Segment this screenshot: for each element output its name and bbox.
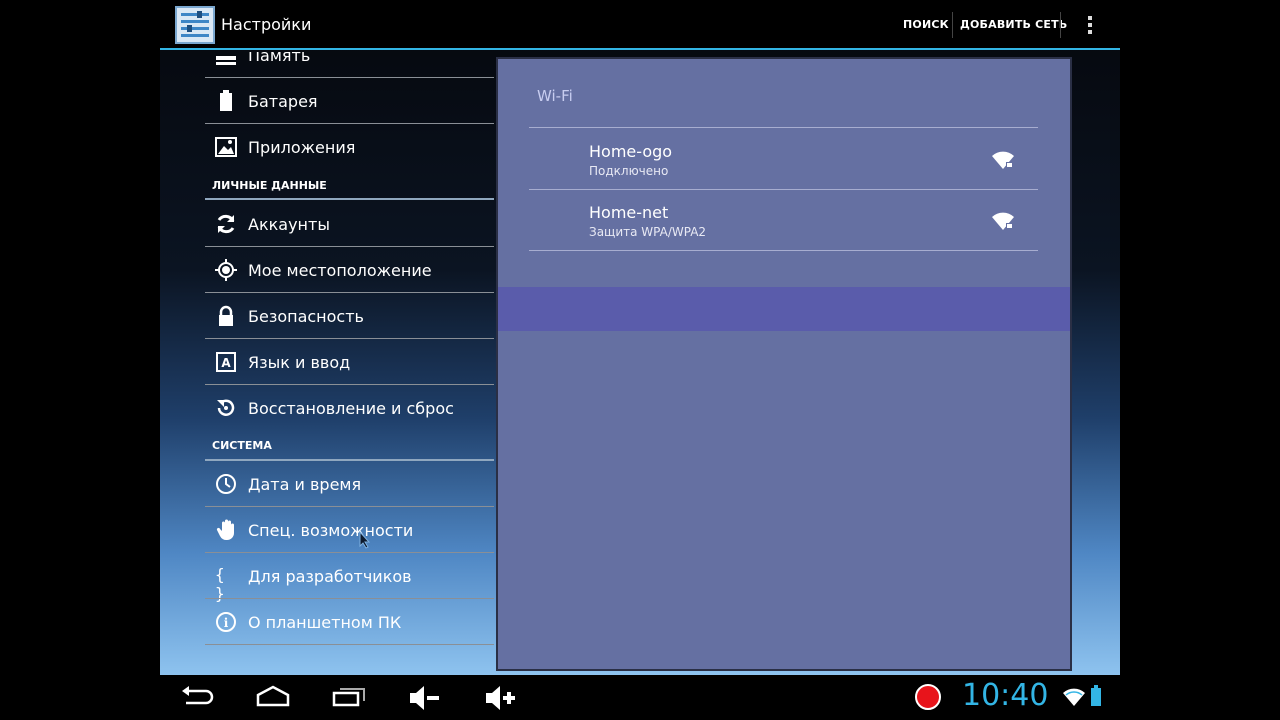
action-bar: Настройки ПОИСК ДОБАВИТЬ СЕТЬ [160,0,1120,50]
sidebar-item-label: О планшетном ПК [248,613,402,632]
search-button[interactable]: ПОИСК [903,18,949,31]
divider [205,292,494,293]
network-status: Защита WPA/WPA2 [589,225,707,239]
settings-screen: Настройки ПОИСК ДОБАВИТЬ СЕТЬ Память Бат… [160,0,1120,675]
divider [205,384,494,385]
sidebar-item-security[interactable]: Безопасность [205,294,494,339]
sidebar-item-label: Аккаунты [248,215,330,234]
actionbar-divider [1060,12,1061,38]
hand-icon [216,519,234,541]
wifi-status-icon [1063,688,1085,706]
network-divider [529,250,1038,251]
divider [205,644,494,645]
volume-up-icon[interactable] [484,685,518,711]
actionbar-divider [952,12,953,38]
header-divider [529,127,1038,128]
sidebar-item-storage[interactable]: Память [205,52,494,78]
sidebar-item-accounts[interactable]: Аккаунты [205,202,494,247]
sidebar-item-accessibility[interactable]: Спец. возможности [205,508,494,553]
section-divider [205,198,494,200]
section-header-personal: ЛИЧНЫЕ ДАННЫЕ [212,179,327,192]
divider [205,77,494,78]
sync-icon [217,214,235,234]
braces-icon: { } [215,565,225,603]
volume-down-icon[interactable] [408,685,442,711]
divider [205,598,494,599]
apps-icon [215,137,237,157]
settings-list: Память Батарея Приложения ЛИЧНЫЕ ДАННЫЕ [160,52,496,675]
sidebar-item-label: Память [248,52,311,65]
back-icon[interactable] [180,685,214,709]
sidebar-item-label: Дата и время [248,475,362,494]
info-icon: i [216,612,236,632]
network-name: Home-net [589,203,669,222]
overflow-menu-icon[interactable] [1084,16,1096,38]
divider [205,506,494,507]
network-status: Подключено [589,164,669,178]
app-title: Настройки [221,15,312,34]
svg-text:A: A [221,356,231,370]
sidebar-item-label: Батарея [248,92,318,111]
recent-apps-icon[interactable] [332,685,366,707]
sidebar-item-developer[interactable]: { } Для разработчиков [205,554,494,603]
divider [205,123,494,124]
sidebar-item-label: Восстановление и сброс [248,399,454,418]
location-icon [215,259,237,281]
divider [205,246,494,247]
sidebar-item-language[interactable]: A Язык и ввод [205,340,494,385]
settings-app-icon[interactable] [175,6,215,44]
sidebar-item-label: Мое местоположение [248,261,432,280]
wifi-header: Wi-Fi [537,87,573,105]
section-header-system: СИСТЕМА [212,439,272,452]
section-divider [205,459,494,461]
sidebar-item-label: Приложения [248,138,356,157]
status-clock: 10:40 [962,678,1049,713]
sidebar-item-date-time[interactable]: Дата и время [205,462,494,507]
divider [205,552,494,553]
home-icon[interactable] [255,685,291,707]
sidebar-item-backup-reset[interactable]: Восстановление и сброс [205,386,494,431]
record-icon[interactable] [915,684,941,710]
language-icon: A [216,352,236,372]
clock-icon [216,474,236,494]
network-name: Home-ogo [589,142,673,161]
mouse-cursor-icon [359,531,371,549]
sidebar-item-label: Спец. возможности [248,521,414,540]
sidebar-item-label: Для разработчиков [248,567,412,586]
system-bar: 10:40 [160,675,1120,720]
sidebar-item-battery[interactable]: Батарея [205,79,494,124]
lock-icon [219,305,233,326]
sidebar-item-label: Язык и ввод [248,353,351,372]
wifi-detail-pane: Wi-Fi Home-ogo Подключено Home-net Защит… [496,57,1072,671]
actionbar-accent-line [160,48,1120,50]
wifi-signal-locked-icon [992,151,1014,169]
highlight-band [498,287,1070,331]
sidebar-item-label: Безопасность [248,307,364,326]
sidebar-item-about[interactable]: i О планшетном ПК [205,600,494,645]
divider [205,338,494,339]
svg-text:i: i [224,616,229,630]
sidebar-item-apps[interactable]: Приложения [205,125,494,170]
battery-icon [220,90,232,111]
sidebar-item-location[interactable]: Мое местоположение [205,248,494,293]
wifi-signal-locked-icon [992,212,1014,230]
backup-icon [217,399,235,416]
storage-icon [216,56,236,65]
add-network-button[interactable]: ДОБАВИТЬ СЕТЬ [960,18,1067,31]
battery-status-icon [1091,685,1101,706]
